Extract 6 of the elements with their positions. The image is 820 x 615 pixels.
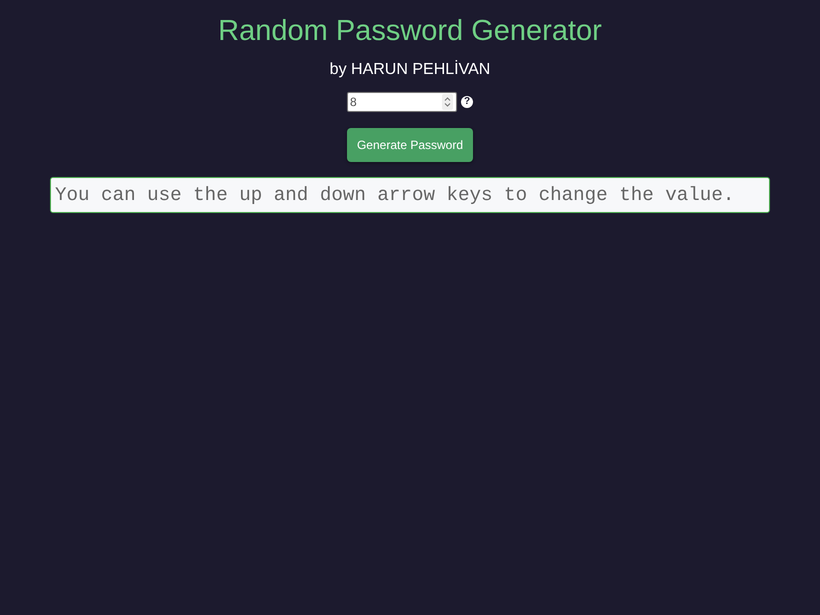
help-badge[interactable]: ? <box>461 96 473 108</box>
author-byline: by HARUN PEHLİVAN <box>330 60 490 80</box>
length-input-field[interactable]: 8 <box>347 92 457 112</box>
page-title: Random Password Generator <box>218 14 602 49</box>
spinner-arrows-icon[interactable] <box>442 94 453 110</box>
password-output-field[interactable]: You can use the up and down arrow keys to change the value. <box>50 177 770 213</box>
